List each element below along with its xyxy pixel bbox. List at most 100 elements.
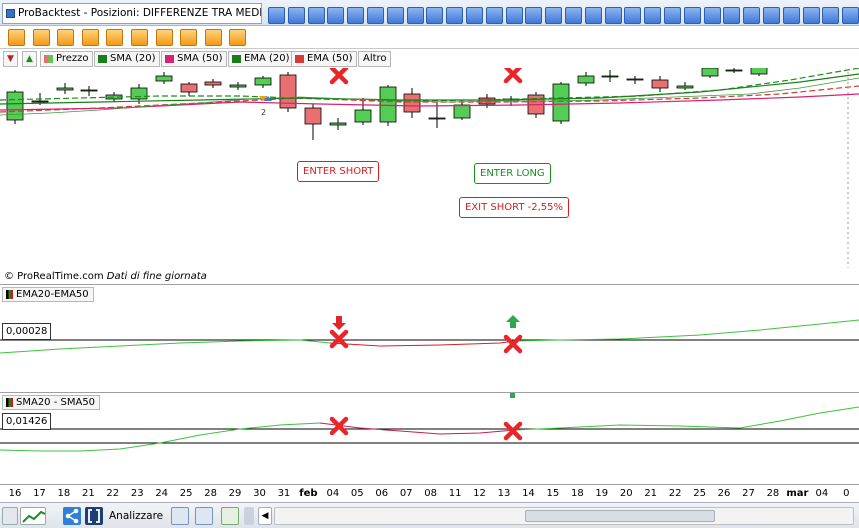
price-candle[interactable] bbox=[453, 104, 471, 119]
toolbar-button[interactable] bbox=[307, 7, 325, 24]
legend-ema50[interactable]: EMA (50) bbox=[291, 51, 357, 67]
share-icon[interactable] bbox=[63, 507, 81, 525]
price-candle[interactable] bbox=[204, 81, 222, 86]
price-candle[interactable] bbox=[601, 75, 619, 78]
toolbar-button[interactable] bbox=[743, 7, 761, 24]
toolbar-button[interactable] bbox=[426, 7, 444, 24]
indicator-icon[interactable] bbox=[221, 507, 239, 525]
axis-tick-label: 28 bbox=[204, 488, 217, 499]
toolbar-button[interactable] bbox=[842, 7, 859, 24]
toolbar-button[interactable] bbox=[8, 29, 25, 46]
legend-ema20[interactable]: EMA (20) bbox=[228, 51, 294, 67]
horizontal-scrollbar[interactable] bbox=[274, 507, 854, 525]
price-pane[interactable]: 2 © ProRealTime.com Dati di fine giornat… bbox=[0, 68, 859, 284]
toolbar-button[interactable] bbox=[683, 7, 701, 24]
price-candle[interactable] bbox=[428, 117, 446, 120]
remove-indicator-icon[interactable]: ▼ bbox=[3, 51, 18, 67]
toolbar-button[interactable] bbox=[229, 29, 247, 46]
price-candle[interactable] bbox=[31, 100, 49, 103]
toolbar-button[interactable] bbox=[131, 29, 148, 46]
toolbar-button[interactable] bbox=[545, 7, 563, 24]
toolbar-button[interactable] bbox=[604, 7, 622, 24]
chart-window-icon[interactable] bbox=[195, 507, 213, 525]
toolbar-button[interactable] bbox=[565, 7, 582, 24]
axis-tick-label: 13 bbox=[497, 488, 511, 499]
window-title-tab[interactable]: ProBacktest - Posizioni: DIFFERENZE TRA … bbox=[2, 3, 262, 24]
legend-label: EMA (50) bbox=[307, 53, 353, 64]
chart-style-icon[interactable] bbox=[20, 507, 46, 525]
toolbar-buttons-orange-row bbox=[0, 26, 859, 49]
sma-difference-pane[interactable]: SMA20 - SMA50 0,01426 bbox=[0, 392, 859, 484]
price-candle[interactable] bbox=[130, 87, 148, 100]
legend-label: SMA (20) bbox=[110, 53, 156, 64]
scroll-left-icon[interactable]: ◀ bbox=[258, 507, 272, 525]
toolbar-button[interactable] bbox=[822, 7, 840, 24]
toolbar-button[interactable] bbox=[624, 7, 642, 24]
axis-tick-label: 18 bbox=[57, 488, 71, 499]
price-candle[interactable] bbox=[180, 83, 198, 93]
ema-pane-header[interactable]: EMA20-EMA50 bbox=[2, 287, 94, 302]
sma-pane-header[interactable]: SMA20 - SMA50 bbox=[2, 395, 101, 410]
toolbar-button[interactable] bbox=[644, 7, 662, 24]
toolbar-button[interactable] bbox=[584, 7, 602, 24]
toolbar-button[interactable] bbox=[505, 7, 523, 24]
bracket-icon[interactable] bbox=[85, 507, 103, 525]
price-candle[interactable] bbox=[750, 68, 768, 75]
toolbar-button[interactable] bbox=[485, 7, 503, 24]
scrollbar-thumb[interactable] bbox=[525, 510, 715, 522]
price-candle[interactable] bbox=[676, 85, 694, 89]
toolbar-button[interactable] bbox=[525, 7, 543, 24]
price-candle[interactable] bbox=[155, 75, 173, 82]
comment-icon[interactable] bbox=[171, 507, 189, 525]
legend-altro[interactable]: Altro bbox=[358, 51, 391, 67]
sma-pane-title: SMA20 - SMA50 bbox=[16, 397, 96, 408]
price-candle[interactable] bbox=[229, 84, 247, 88]
price-candle[interactable] bbox=[701, 68, 719, 77]
toolbar-button[interactable] bbox=[763, 7, 780, 24]
window-title: ProBacktest - Posizioni: DIFFERENZE TRA … bbox=[18, 7, 262, 19]
toolbar-button[interactable] bbox=[466, 7, 483, 24]
toolbar-button[interactable] bbox=[106, 29, 124, 46]
price-candle[interactable] bbox=[254, 77, 272, 86]
price-candle[interactable] bbox=[626, 78, 644, 81]
toolbar-button[interactable] bbox=[32, 29, 50, 46]
add-indicator-icon[interactable]: ▲ bbox=[22, 51, 37, 67]
price-candle[interactable] bbox=[304, 107, 322, 125]
toolbar-button[interactable] bbox=[723, 7, 741, 24]
chart-style-glyph bbox=[22, 510, 46, 523]
legend-prezzo[interactable]: Prezzo bbox=[40, 51, 93, 67]
toolbar-button[interactable] bbox=[347, 7, 365, 24]
cursor-icon[interactable] bbox=[2, 507, 18, 525]
price-candle[interactable] bbox=[329, 122, 347, 126]
analyze-button[interactable]: Analizzare bbox=[109, 506, 163, 526]
toolbar-button[interactable] bbox=[268, 7, 285, 24]
ema-difference-pane[interactable]: EMA20-EMA50 0,00028 bbox=[0, 284, 859, 392]
price-candle[interactable] bbox=[552, 83, 570, 122]
toolbar-button[interactable] bbox=[57, 29, 75, 46]
price-candle[interactable] bbox=[6, 91, 24, 121]
toolbar-button[interactable] bbox=[327, 7, 345, 24]
toolbar-button[interactable] bbox=[386, 7, 404, 24]
legend-sma20[interactable]: SMA (20) bbox=[94, 51, 160, 67]
toolbar-button[interactable] bbox=[155, 29, 173, 46]
price-candle[interactable] bbox=[354, 109, 372, 123]
legend-sma50[interactable]: SMA (50) bbox=[161, 51, 227, 67]
price-candle[interactable] bbox=[651, 79, 669, 89]
toolbar-button[interactable] bbox=[446, 7, 464, 24]
toolbar-button[interactable] bbox=[367, 7, 384, 24]
price-candle[interactable] bbox=[379, 86, 397, 123]
toolbar-button[interactable] bbox=[204, 29, 222, 46]
toolbar-button[interactable] bbox=[664, 7, 681, 24]
toolbar-button[interactable] bbox=[180, 29, 198, 46]
price-candle[interactable] bbox=[56, 87, 74, 91]
toolbar-button[interactable] bbox=[406, 7, 424, 24]
toolbar-button[interactable] bbox=[802, 7, 820, 24]
price-candle[interactable] bbox=[403, 93, 421, 113]
toolbar-button[interactable] bbox=[703, 7, 721, 24]
price-candle[interactable] bbox=[80, 89, 98, 92]
toolbar-button[interactable] bbox=[782, 7, 800, 24]
price-candle[interactable] bbox=[577, 75, 595, 84]
toolbar-button[interactable] bbox=[81, 29, 99, 46]
price-candle[interactable] bbox=[725, 69, 743, 72]
toolbar-button[interactable] bbox=[287, 7, 305, 24]
